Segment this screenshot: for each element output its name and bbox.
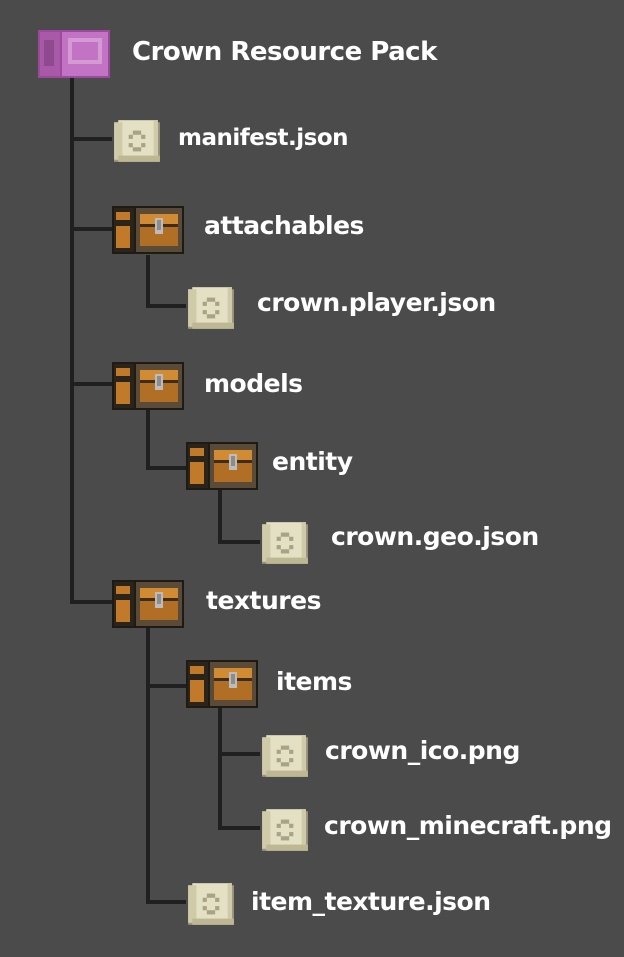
root-label: Crown Resource Pack bbox=[132, 37, 437, 67]
node-label: crown_minecraft.png bbox=[324, 811, 612, 840]
node-label: textures bbox=[206, 586, 321, 615]
resource-pack-icon bbox=[38, 30, 110, 78]
folder-chest-icon bbox=[186, 442, 258, 490]
node-label: items bbox=[276, 667, 352, 696]
file-scroll-icon bbox=[260, 731, 310, 781]
file-scroll-icon bbox=[260, 518, 310, 568]
folder-chest-icon bbox=[112, 362, 184, 410]
node-label: crown_ico.png bbox=[325, 736, 520, 765]
node-label: attachables bbox=[204, 211, 364, 240]
node-label: models bbox=[204, 369, 303, 398]
folder-chest-icon bbox=[186, 660, 258, 708]
node-label: crown.player.json bbox=[257, 288, 496, 317]
file-scroll-icon bbox=[112, 116, 162, 166]
folder-chest-icon bbox=[112, 206, 184, 254]
file-scroll-icon bbox=[186, 283, 236, 333]
node-label: crown.geo.json bbox=[331, 522, 539, 551]
node-label: item_texture.json bbox=[251, 887, 491, 916]
file-scroll-icon bbox=[186, 879, 236, 929]
node-label: entity bbox=[272, 447, 353, 476]
file-scroll-icon bbox=[260, 805, 310, 855]
folder-chest-icon bbox=[112, 580, 184, 628]
node-label: manifest.json bbox=[178, 125, 349, 151]
